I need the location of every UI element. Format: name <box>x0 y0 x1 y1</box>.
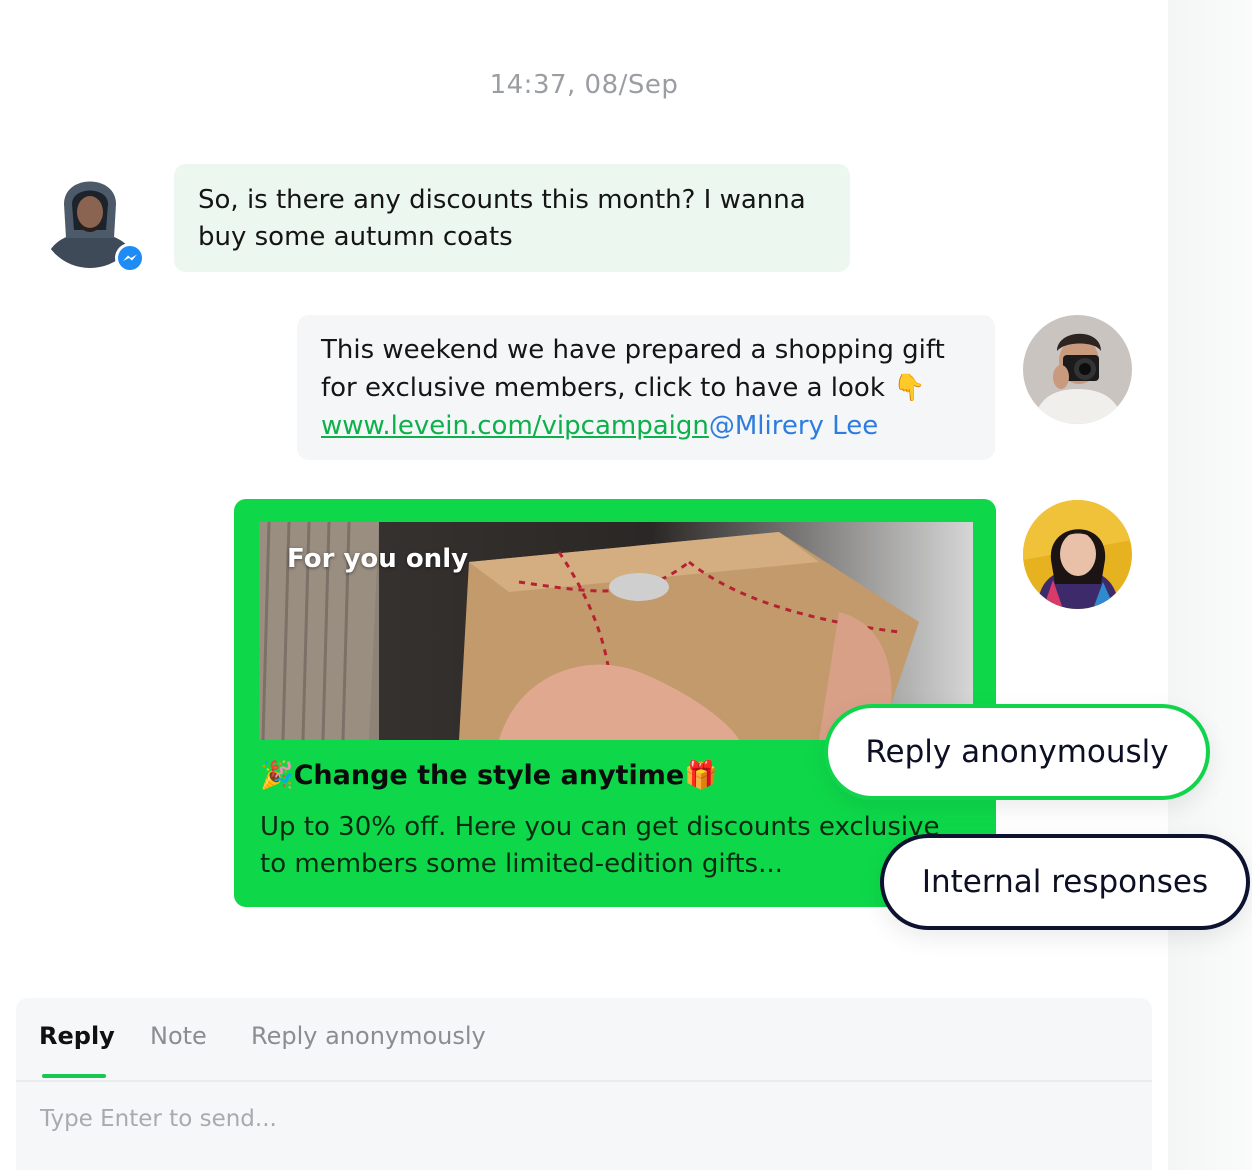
tab-note[interactable]: Note <box>150 1022 207 1050</box>
agent-avatar-girl[interactable] <box>1023 500 1132 609</box>
active-tab-indicator <box>42 1074 106 1078</box>
agent-avatar-photographer[interactable] <box>1023 315 1132 424</box>
message-timestamp: 14:37, 08/Sep <box>489 70 679 100</box>
messenger-icon <box>115 243 142 272</box>
promo-card[interactable]: For you only 🎉Change the style anytime🎁 … <box>234 499 996 907</box>
tab-reply[interactable]: Reply <box>39 1022 115 1050</box>
promo-image-label: For you only <box>287 544 469 574</box>
campaign-link[interactable]: www.levein.com/vipcampaign <box>321 411 709 441</box>
outgoing-message-bubble: This weekend we have prepared a shopping… <box>297 315 995 460</box>
user-mention[interactable]: @Mlirery Lee <box>709 411 878 441</box>
customer-avatar[interactable] <box>42 164 142 272</box>
incoming-message-bubble: So, is there any discounts this month? I… <box>174 164 850 272</box>
chat-panel: 14:37, 08/Sep So, is there any discounts… <box>0 0 1210 1170</box>
tab-reply-anonymously[interactable]: Reply anonymously <box>251 1022 486 1050</box>
promo-title: 🎉Change the style anytime🎁 <box>260 760 718 791</box>
internal-responses-label[interactable]: Internal responses <box>880 834 1250 930</box>
reply-anonymously-label[interactable]: Reply anonymously <box>824 704 1210 800</box>
incoming-message-text: So, is there any discounts this month? I… <box>198 185 806 252</box>
outgoing-message-text: This weekend we have prepared a shopping… <box>321 335 945 403</box>
reply-composer: Reply Note Reply anonymously Type Enter … <box>16 998 1152 1170</box>
promo-description: Up to 30% off. Here you can get discount… <box>260 812 940 879</box>
composer-tabs: Reply Note Reply anonymously <box>16 998 1152 1082</box>
message-input[interactable]: Type Enter to send... <box>40 1106 277 1132</box>
right-side-shade <box>1168 0 1252 1170</box>
